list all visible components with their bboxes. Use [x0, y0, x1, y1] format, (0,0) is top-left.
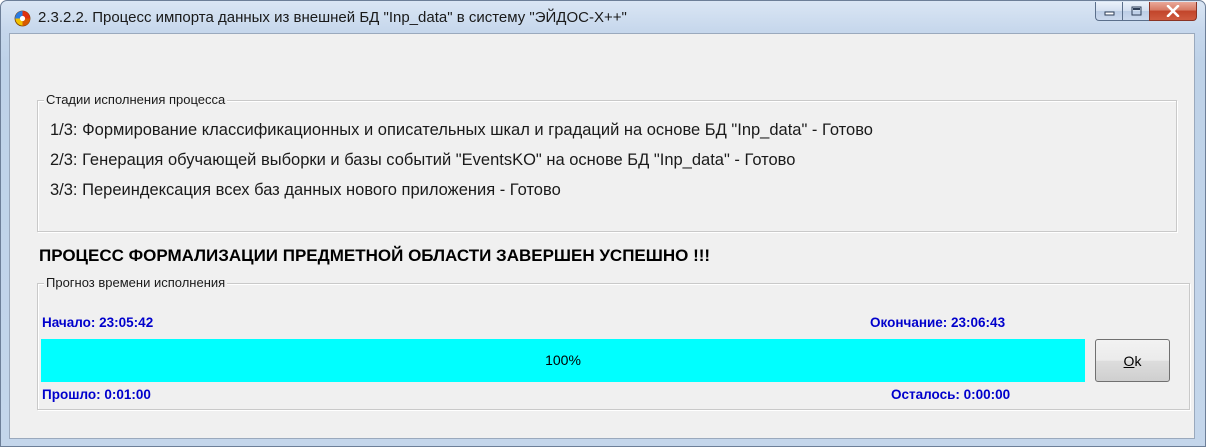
window-controls: [1095, 2, 1197, 22]
minimize-icon: [1104, 11, 1114, 15]
dialog-client-area: Стадии исполнения процесса 1/3: Формиров…: [9, 33, 1195, 439]
ok-button-accelerator: O: [1123, 352, 1135, 369]
window-title: 2.3.2.2. Процесс импорта данных из внешн…: [38, 9, 627, 26]
stages-legend: Стадии исполнения процесса: [44, 92, 228, 107]
maximize-button[interactable]: [1122, 2, 1149, 21]
stages-groupbox: Стадии исполнения процесса 1/3: Формиров…: [37, 92, 1177, 232]
ok-button-label: k: [1134, 352, 1142, 369]
maximize-icon: [1131, 6, 1141, 16]
start-time-label: Начало: 23:05:42: [42, 315, 154, 330]
end-time-label: Окончание: 23:06:43: [870, 315, 1006, 330]
ok-button[interactable]: Ok: [1095, 339, 1170, 382]
progress-bar: 100%: [41, 339, 1085, 382]
minimize-button[interactable]: [1095, 2, 1122, 21]
forecast-legend: Прогноз времени исполнения: [44, 275, 228, 290]
stage-line-3: 3/3: Переиндексация всех баз данных ново…: [50, 181, 561, 199]
remaining-time-label: Осталось: 0:00:00: [891, 387, 1011, 402]
stage-line-1: 1/3: Формирование классификационных и оп…: [50, 121, 873, 139]
elapsed-time-label: Прошло: 0:01:00: [42, 387, 151, 402]
dialog-window: 2.3.2.2. Процесс импорта данных из внешн…: [0, 0, 1206, 447]
status-headline: ПРОЦЕСС ФОРМАЛИЗАЦИИ ПРЕДМЕТНОЙ ОБЛАСТИ …: [39, 246, 711, 265]
close-button[interactable]: [1149, 2, 1197, 21]
stage-line-2: 2/3: Генерация обучающей выборки и базы …: [50, 151, 796, 169]
close-icon: [1166, 5, 1180, 17]
progress-percent-label: 100%: [545, 352, 581, 368]
app-icon: [14, 10, 31, 27]
title-bar[interactable]: 2.3.2.2. Процесс импорта данных из внешн…: [1, 1, 1205, 33]
